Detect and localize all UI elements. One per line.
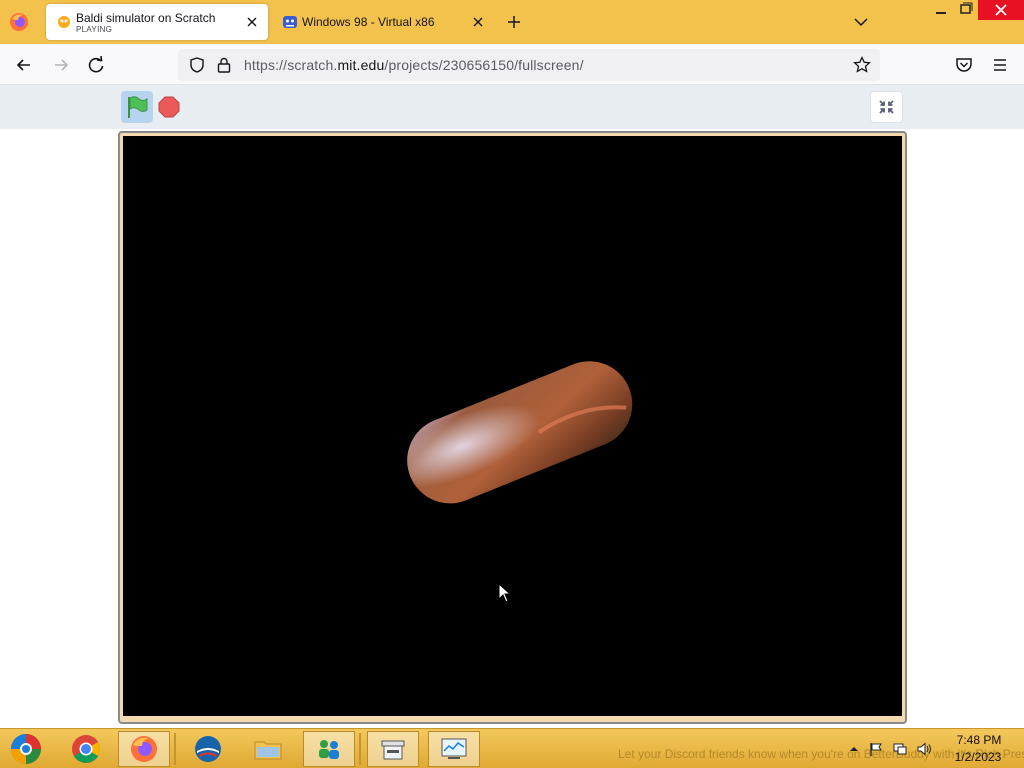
stop-icon[interactable]	[157, 95, 181, 119]
tab-windows-98[interactable]: Windows 98 - Virtual x86	[272, 4, 494, 40]
tab-title: Baldi simulator on Scratch	[76, 11, 216, 25]
volume-icon[interactable]	[916, 741, 932, 757]
project-stage[interactable]	[123, 136, 902, 716]
firefox-icon	[131, 736, 157, 762]
url-path: /projects/230656150/fullscreen/	[384, 57, 584, 73]
tracking-protection-shield-icon[interactable]	[188, 56, 206, 74]
taskbar-buddy-app[interactable]	[303, 731, 355, 767]
taskbar: Let your Discord friends know when you'r…	[0, 728, 1024, 768]
taskbar-chrome[interactable]	[60, 731, 112, 767]
tab-strip: Baldi simulator on Scratch PLAYING Windo…	[0, 0, 1024, 44]
taskbar-app-globe[interactable]	[182, 731, 234, 767]
taskbar-firefox[interactable]	[118, 731, 170, 767]
restore-window-icon[interactable]	[956, 2, 974, 16]
taskbar-separator	[359, 733, 361, 765]
pocket-icon[interactable]	[953, 54, 975, 76]
back-icon[interactable]	[13, 54, 35, 76]
exit-fullscreen-button[interactable]	[870, 91, 903, 123]
tab-baldi-simulator[interactable]: Baldi simulator on Scratch PLAYING	[46, 4, 268, 40]
taskbar-monitor-app[interactable]	[428, 731, 480, 767]
system-monitor-icon	[441, 738, 467, 759]
hamburger-menu-icon[interactable]	[989, 54, 1011, 76]
close-tab-icon[interactable]	[470, 14, 486, 30]
taskbar-separator	[174, 733, 176, 765]
taskbar-archive-app[interactable]	[367, 731, 419, 767]
close-window-button[interactable]	[978, 0, 1024, 20]
buddy-people-icon	[319, 740, 339, 759]
scratch-cat-icon	[58, 16, 70, 28]
close-window-icon	[995, 4, 1007, 16]
player-controls	[0, 85, 1024, 129]
clock-time[interactable]: 7:48 PM	[954, 733, 1004, 747]
start-button-icon[interactable]	[6, 731, 46, 767]
action-center-flag-icon[interactable]	[868, 741, 884, 757]
new-tab-icon[interactable]	[504, 12, 524, 32]
chrome-icon	[72, 735, 100, 763]
url-host: mit.edu	[337, 57, 385, 73]
url-text[interactable]: https://scratch.mit.edu/projects/2306561…	[244, 57, 584, 73]
list-all-tabs-icon[interactable]	[852, 14, 870, 30]
taskbar-file-explorer[interactable]	[242, 731, 294, 767]
reload-icon[interactable]	[85, 54, 107, 76]
network-icon[interactable]	[892, 741, 908, 757]
firefox-menu-icon[interactable]	[8, 11, 30, 33]
green-flag-button[interactable]	[121, 91, 153, 123]
stage-frame	[118, 131, 907, 724]
minimize-window-icon[interactable]	[932, 4, 950, 16]
v86-icon	[283, 16, 297, 28]
archive-box-icon	[381, 740, 405, 760]
clock-date[interactable]: 1/2/2023	[946, 750, 1010, 764]
desktop: Baldi simulator on Scratch PLAYING Windo…	[0, 0, 1024, 768]
eraser-sprite	[407, 361, 633, 504]
show-hidden-icons-icon[interactable]	[846, 741, 862, 757]
folder-icon	[254, 741, 282, 760]
globe-app-icon	[195, 736, 221, 762]
bookmark-star-icon[interactable]	[852, 55, 872, 75]
tab-playing-indicator: PLAYING	[76, 25, 113, 34]
url-prefix: https://scratch.	[244, 57, 338, 73]
address-bar[interactable]: https://scratch.mit.edu/projects/2306561…	[178, 49, 880, 81]
close-tab-icon[interactable]	[244, 14, 260, 30]
tab-title: Windows 98 - Virtual x86	[302, 15, 435, 29]
exit-fullscreen-icon	[879, 100, 894, 114]
lock-icon[interactable]	[216, 56, 232, 74]
green-flag-icon	[128, 96, 148, 118]
mouse-pointer-icon	[498, 583, 512, 603]
forward-icon[interactable]	[50, 54, 72, 76]
navigation-toolbar: https://scratch.mit.edu/projects/2306561…	[0, 44, 1024, 85]
